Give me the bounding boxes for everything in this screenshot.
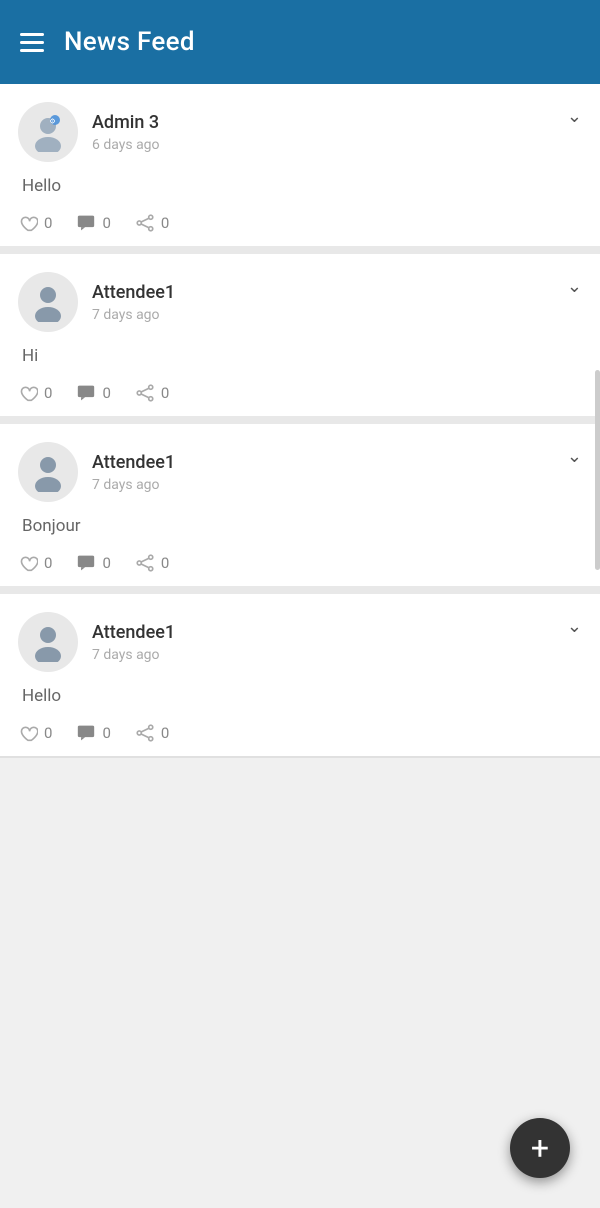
like-button[interactable]: 0 — [18, 554, 52, 572]
page-title: News Feed — [64, 27, 195, 57]
comment-count: 0 — [102, 214, 110, 232]
feed-item-header: Attendee1 7 days ago ⌄ — [18, 442, 582, 502]
like-count: 0 — [44, 554, 52, 572]
app-header: News Feed — [0, 0, 600, 84]
svg-text:⚙: ⚙ — [49, 118, 55, 126]
share-count: 0 — [161, 724, 169, 742]
like-count: 0 — [44, 384, 52, 402]
post-content: Hello — [18, 686, 582, 706]
comment-button[interactable]: 0 — [76, 384, 110, 402]
avatar — [18, 442, 78, 502]
heart-icon — [18, 384, 38, 402]
feed-list: ⚙ Admin 3 6 days ago ⌄ Hello 0 — [0, 84, 600, 756]
share-button[interactable]: 0 — [135, 384, 169, 402]
user-info: Admin 3 6 days ago — [92, 112, 160, 153]
share-button[interactable]: 0 — [135, 554, 169, 572]
comment-count: 0 — [102, 554, 110, 572]
feed-actions: 0 0 0 — [18, 214, 582, 232]
comment-count: 0 — [102, 384, 110, 402]
feed-item-header: Attendee1 7 days ago ⌄ — [18, 272, 582, 332]
hamburger-menu-icon[interactable] — [20, 33, 44, 52]
post-time: 6 days ago — [92, 137, 160, 153]
post-content: Hello — [18, 176, 582, 196]
share-icon — [135, 384, 155, 402]
post-time: 7 days ago — [92, 477, 175, 493]
user-name: Attendee1 — [92, 282, 175, 303]
like-button[interactable]: 0 — [18, 724, 52, 742]
feed-item: ⚙ Admin 3 6 days ago ⌄ Hello 0 — [0, 84, 600, 254]
feed-item-user: Attendee1 7 days ago — [18, 272, 175, 332]
share-icon — [135, 724, 155, 742]
heart-icon — [18, 214, 38, 232]
like-button[interactable]: 0 — [18, 214, 52, 232]
user-info: Attendee1 7 days ago — [92, 452, 175, 493]
feed-item-user: Attendee1 7 days ago — [18, 442, 175, 502]
like-count: 0 — [44, 214, 52, 232]
post-content: Hi — [18, 346, 582, 366]
feed-item: Attendee1 7 days ago ⌄ Hi 0 0 — [0, 254, 600, 424]
share-button[interactable]: 0 — [135, 724, 169, 742]
comment-icon — [76, 724, 96, 742]
comment-button[interactable]: 0 — [76, 554, 110, 572]
like-button[interactable]: 0 — [18, 384, 52, 402]
avatar: ⚙ — [18, 102, 78, 162]
share-count: 0 — [161, 554, 169, 572]
comment-icon — [76, 554, 96, 572]
feed-item-header: Attendee1 7 days ago ⌄ — [18, 612, 582, 672]
chevron-down-icon[interactable]: ⌄ — [567, 446, 582, 467]
like-count: 0 — [44, 724, 52, 742]
share-button[interactable]: 0 — [135, 214, 169, 232]
comment-button[interactable]: 0 — [76, 724, 110, 742]
user-name: Admin 3 — [92, 112, 160, 133]
feed-actions: 0 0 0 — [18, 724, 582, 742]
comment-icon — [76, 384, 96, 402]
chevron-down-icon[interactable]: ⌄ — [567, 276, 582, 297]
feed-item-header: ⚙ Admin 3 6 days ago ⌄ — [18, 102, 582, 162]
avatar — [18, 272, 78, 332]
feed-item-user: ⚙ Admin 3 6 days ago — [18, 102, 160, 162]
comment-icon — [76, 214, 96, 232]
create-post-fab[interactable]: + — [510, 1118, 570, 1178]
post-content: Bonjour — [18, 516, 582, 536]
chevron-down-icon[interactable]: ⌄ — [567, 106, 582, 127]
chevron-down-icon[interactable]: ⌄ — [567, 616, 582, 637]
avatar — [18, 612, 78, 672]
share-count: 0 — [161, 214, 169, 232]
feed-actions: 0 0 0 — [18, 554, 582, 572]
share-icon — [135, 214, 155, 232]
user-name: Attendee1 — [92, 622, 175, 643]
feed-item: Attendee1 7 days ago ⌄ Hello 0 0 — [0, 594, 600, 756]
share-count: 0 — [161, 384, 169, 402]
comment-button[interactable]: 0 — [76, 214, 110, 232]
feed-item-user: Attendee1 7 days ago — [18, 612, 175, 672]
heart-icon — [18, 554, 38, 572]
user-name: Attendee1 — [92, 452, 175, 473]
post-time: 7 days ago — [92, 307, 175, 323]
heart-icon — [18, 724, 38, 742]
user-info: Attendee1 7 days ago — [92, 622, 175, 663]
bottom-divider — [0, 756, 600, 758]
post-time: 7 days ago — [92, 647, 175, 663]
share-icon — [135, 554, 155, 572]
feed-actions: 0 0 0 — [18, 384, 582, 402]
user-info: Attendee1 7 days ago — [92, 282, 175, 323]
comment-count: 0 — [102, 724, 110, 742]
scrollbar[interactable] — [595, 370, 600, 570]
feed-item: Attendee1 7 days ago ⌄ Bonjour 0 0 — [0, 424, 600, 594]
